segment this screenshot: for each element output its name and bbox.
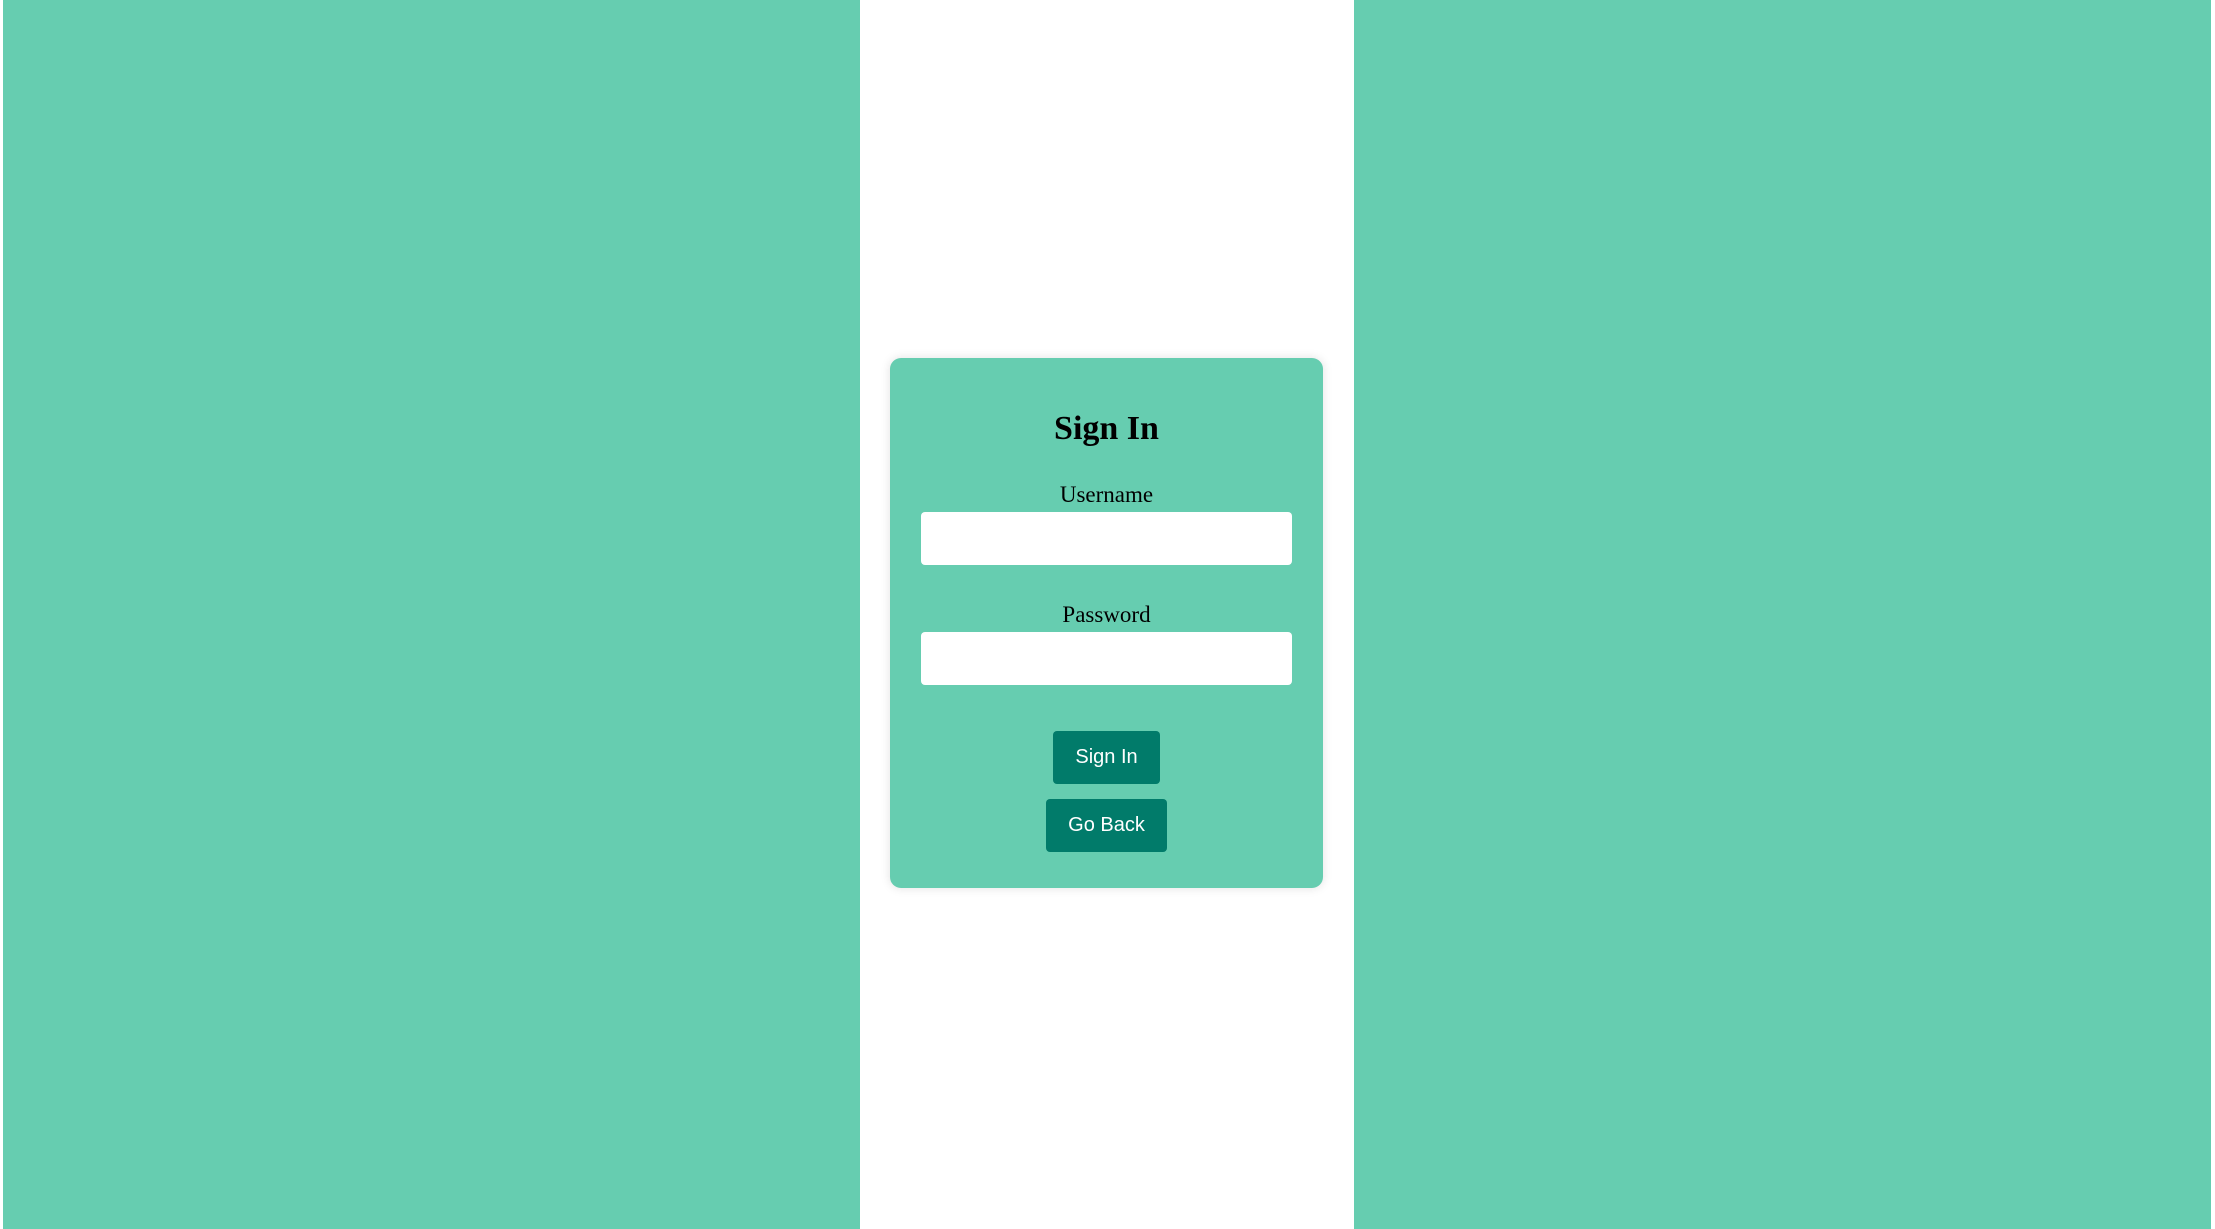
- sign-in-card: Sign In Username Password Sign In Go Bac…: [890, 358, 1323, 888]
- username-label: Username: [1059, 482, 1154, 507]
- password-input[interactable]: [921, 632, 1292, 685]
- sign-in-button[interactable]: Sign In: [1053, 731, 1160, 784]
- left-decorative-panel: [3, 0, 860, 1229]
- sign-in-title: Sign In: [1054, 410, 1159, 447]
- password-label: Password: [1062, 602, 1151, 627]
- page: Sign In Username Password Sign In Go Bac…: [0, 0, 2215, 1229]
- username-input[interactable]: [921, 512, 1292, 565]
- right-decorative-panel: [1354, 0, 2211, 1229]
- go-back-button[interactable]: Go Back: [1046, 799, 1167, 852]
